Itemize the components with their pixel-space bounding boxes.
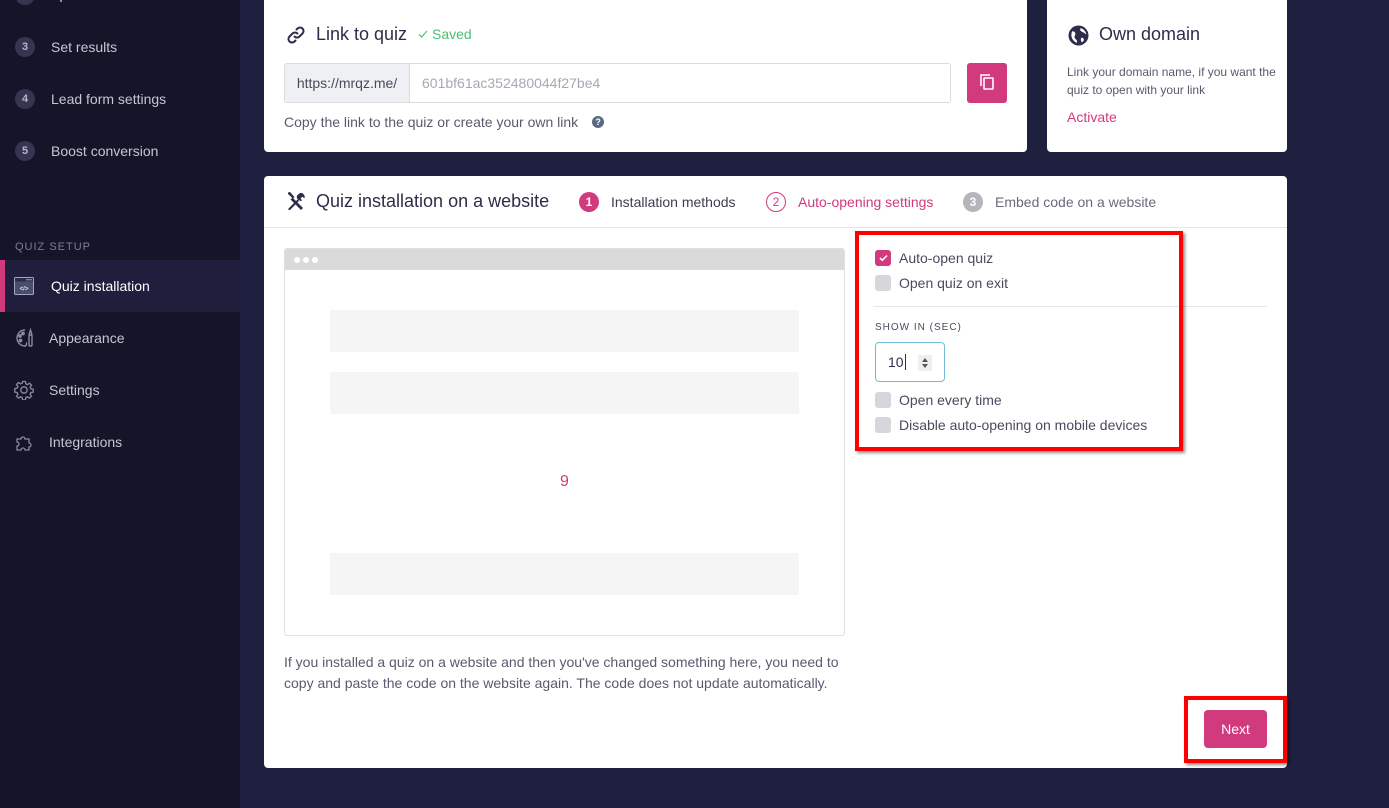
installation-header: Quiz installation on a website 1 Install… [264,176,1287,228]
decrement-icon[interactable] [922,364,928,368]
sidebar-item-quiz-installation[interactable]: </> Quiz installation [0,260,240,312]
quiz-installation-card: Quiz installation on a website 1 Install… [264,176,1287,768]
options-divider [873,306,1267,307]
step-label: Set results [51,39,118,55]
open-quiz-on-exit-checkbox[interactable]: Open quiz on exit [875,275,1008,291]
installation-title: Quiz installation on a website [316,191,550,211]
sidebar-item-appearance[interactable]: Appearance [0,312,240,364]
step-label: Boost conversion [51,143,159,159]
increment-icon[interactable] [922,358,928,362]
open-every-time-checkbox[interactable]: Open every time [875,392,1002,408]
activate-domain-link[interactable]: Activate [1067,109,1117,125]
show-in-seconds-input[interactable]: 10 [875,342,945,382]
text-caret [904,354,906,370]
checkbox-label: Open every time [899,392,1002,408]
checkbox-unchecked[interactable] [875,392,891,408]
check-icon [418,26,428,42]
sidebar-item-settings[interactable]: Settings [0,364,240,416]
placeholder-block [330,372,799,414]
link-card-title: Link to quiz [316,24,408,44]
url-prefix: https://mrqz.me/ [285,64,410,102]
quiz-slug-input[interactable] [410,64,950,102]
link-hint: Copy the link to the quiz or create your… [284,114,605,130]
palette-icon [14,328,34,348]
window-dot [303,256,309,263]
own-domain-title: Own domain [1099,24,1201,44]
tab-installation-methods[interactable]: 1 Installation methods [579,192,736,212]
sidebar-step-boost-conversion[interactable]: 5 Boost conversion [0,136,240,166]
tab-embed-code[interactable]: 3 Embed code on a website [963,192,1156,212]
tab-number: 2 [766,192,786,212]
step-number: 4 [15,89,35,109]
step-number: 3 [15,37,35,57]
nav-label: Appearance [49,330,125,346]
placeholder-block [330,310,799,352]
saved-status: Saved [418,26,472,42]
checkbox-label: Disable auto-opening on mobile devices [899,417,1148,433]
window-dot [294,256,300,263]
step-2-number-partial [15,0,35,5]
link-icon [286,25,306,45]
help-icon[interactable]: ? [592,116,605,128]
tab-label: Installation methods [611,194,736,210]
puzzle-icon [14,432,34,452]
gear-icon [14,380,34,400]
sidebar-step-lead-form-settings[interactable]: 4 Lead form settings [0,84,240,114]
show-in-sec-label: SHOW IN (SEC) [875,322,962,333]
copy-link-button[interactable] [967,63,1007,103]
globe-icon [1068,25,1089,46]
update-notice: If you installed a quiz on a website and… [284,654,839,691]
own-domain-card: Own domain Link your domain name, if you… [1047,0,1287,152]
tools-icon [285,191,307,213]
tab-auto-opening-settings[interactable]: 2 Auto-opening settings [766,192,933,212]
checkbox-unchecked[interactable] [875,275,891,291]
website-preview: 9 [284,248,845,636]
link-to-quiz-card: Link to quiz Saved https://mrqz.me/ Copy… [264,0,1027,152]
step-2-label-partial [60,0,62,2]
section-label-quiz-setup: QUIZ SETUP [15,241,92,253]
sidebar: 3 Set results 4 Lead form settings 5 Boo… [0,0,240,808]
copy-icon [979,73,995,94]
auto-open-quiz-checkbox[interactable]: Auto-open quiz [875,250,993,266]
own-domain-description: Link your domain name, if you want the q… [1067,65,1276,97]
nav-label: Quiz installation [51,278,150,294]
svg-text:</>: </> [20,287,29,293]
number-spinner[interactable] [918,355,932,371]
next-button[interactable]: Next [1204,710,1267,748]
nav-label: Settings [49,382,100,398]
checkbox-label: Open quiz on exit [899,275,1008,291]
tab-number: 1 [579,192,599,212]
sidebar-step-set-results[interactable]: 3 Set results [0,32,240,62]
placeholder-block [330,553,799,595]
link-hint-text: Copy the link to the quiz or create your… [284,114,579,130]
tab-label: Embed code on a website [995,194,1157,210]
preview-countdown: 9 [560,473,569,490]
tab-number: 3 [963,192,983,212]
checkbox-checked[interactable] [875,250,891,266]
quiz-url-field: https://mrqz.me/ [284,63,951,103]
step-number: 5 [15,141,35,161]
saved-label: Saved [432,26,472,42]
step-label: Lead form settings [51,91,167,107]
sidebar-item-integrations[interactable]: Integrations [0,416,240,468]
disable-mobile-auto-opening-checkbox[interactable]: Disable auto-opening on mobile devices [875,417,1147,433]
window-dot [312,256,318,263]
show-in-value: 10 [888,354,904,370]
preview-browser-bar [285,249,844,270]
checkbox-label: Auto-open quiz [899,250,994,266]
checkbox-unchecked[interactable] [875,417,891,433]
code-window-icon: </> [14,276,34,296]
nav-label: Integrations [49,434,123,450]
tab-label: Auto-opening settings [798,194,934,210]
